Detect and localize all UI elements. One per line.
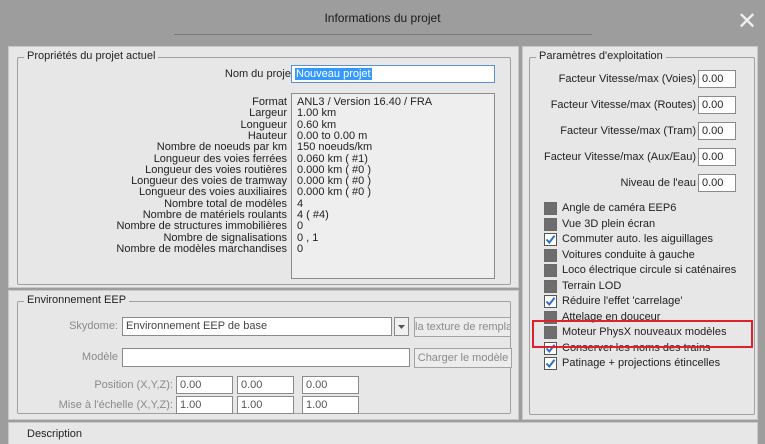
info-label: Nombre de signalisations bbox=[163, 231, 287, 244]
load-model-button[interactable]: Charger le modèle bbox=[414, 348, 512, 368]
info-value: 0 bbox=[297, 220, 304, 233]
skydome-label: Skydome: bbox=[69, 320, 118, 332]
checkbox-checked-icon[interactable] bbox=[544, 233, 557, 246]
info-label: Nombre de structures immobilières bbox=[116, 220, 287, 233]
option-checkboxes: Angle de caméra EEP6 Vue 3D plein écran Co… bbox=[530, 58, 756, 416]
project-name-label: Nom du projet bbox=[224, 68, 294, 80]
option-label: Angle de caméra EEP6 bbox=[562, 202, 677, 214]
info-value: 0.000 km ( #0 ) bbox=[297, 186, 371, 199]
checkbox-unchecked-icon[interactable] bbox=[544, 217, 557, 231]
checkbox-checked-icon[interactable] bbox=[544, 357, 557, 370]
option-label: Voitures conduite à gauche bbox=[562, 248, 695, 261]
project-name-input[interactable]: Nouveau projet bbox=[291, 65, 495, 83]
checkbox-unchecked-icon[interactable] bbox=[544, 264, 557, 277]
position-label: Position (X,Y,Z): bbox=[94, 379, 173, 391]
option-label: Réduire l'effet 'carrelage' bbox=[562, 295, 683, 307]
environment-group: Environnement EEP Skydome: Environnement… bbox=[17, 294, 512, 414]
model-label: Modèle bbox=[81, 351, 118, 363]
info-label: Longueur bbox=[240, 118, 288, 131]
info-label: Largeur bbox=[249, 107, 287, 120]
description-label: Description bbox=[27, 428, 83, 440]
dialog-title: Informations du projet bbox=[324, 11, 441, 25]
option-label: Terrain LOD bbox=[562, 279, 622, 292]
project-info-values: ANL3 / Version 16.40 / FRA 1.00 km 0.60 km… bbox=[291, 97, 495, 283]
option-label: Commuter auto. les aiguillages bbox=[562, 233, 714, 245]
checkbox-unchecked-icon[interactable] bbox=[544, 202, 557, 215]
project-properties-group: Propriétés du projet actuel Nom du proje… bbox=[17, 50, 511, 285]
info-value: 0 bbox=[297, 242, 304, 255]
option-label: Patinage + projections étincelles bbox=[562, 357, 721, 369]
scale-z-input[interactable]: 1.00 bbox=[302, 396, 359, 414]
info-value: 0.60 km bbox=[297, 118, 337, 131]
highlight-box bbox=[532, 320, 753, 348]
option-label: Loco électrique circule si caténaires bbox=[562, 264, 737, 276]
description-panel: Description bbox=[8, 422, 758, 444]
skydome-select[interactable]: Environnement EEP de base bbox=[122, 317, 392, 336]
title-bar: Informations du projet ✕ bbox=[0, 0, 765, 44]
environment-title: Environnement EEP bbox=[24, 294, 130, 306]
position-x-input[interactable]: 0.00 bbox=[176, 376, 233, 394]
project-properties-panel: Propriétés du projet actuel Nom du proje… bbox=[8, 46, 519, 288]
checkbox-checked-icon[interactable] bbox=[544, 295, 557, 308]
model-input[interactable] bbox=[122, 348, 410, 367]
info-label: Nombre de noeuds par km bbox=[156, 141, 287, 154]
operation-panel: Paramètres d'exploitation Facteur Vitess… bbox=[522, 46, 758, 420]
scale-y-input[interactable]: 1.00 bbox=[237, 396, 294, 414]
replace-texture-button[interactable]: la texture de rempla bbox=[414, 317, 511, 337]
project-name-value: Nouveau projet bbox=[295, 68, 372, 80]
close-icon[interactable]: ✕ bbox=[736, 9, 758, 33]
position-y-input[interactable]: 0.00 bbox=[237, 376, 294, 394]
info-value: 1.00 km bbox=[297, 107, 337, 120]
info-label: Longueur des voies ferrées bbox=[153, 152, 287, 165]
title-underline bbox=[174, 34, 592, 35]
project-properties-title: Propriétés du projet actuel bbox=[24, 50, 159, 62]
option-label: Vue 3D plein écran bbox=[562, 217, 656, 230]
scale-x-input[interactable]: 1.00 bbox=[176, 396, 233, 414]
info-value: 150 noeuds/km bbox=[297, 141, 373, 154]
checkbox-unchecked-icon[interactable] bbox=[544, 248, 557, 262]
project-info-dialog: Informations du projet ✕ Propriétés du p… bbox=[0, 0, 765, 444]
scale-label: Mise à l'échelle (X,Y,Z): bbox=[58, 399, 173, 411]
info-value: 0 , 1 bbox=[297, 231, 319, 244]
operation-group: Paramètres d'exploitation Facteur Vitess… bbox=[529, 50, 756, 416]
checkbox-unchecked-icon[interactable] bbox=[544, 279, 557, 293]
position-z-input[interactable]: 0.00 bbox=[302, 376, 359, 394]
project-info-labels: Format Largeur Longueur Hauteur Nombre de no… bbox=[18, 97, 287, 283]
chevron-down-icon[interactable] bbox=[394, 317, 409, 336]
info-label: Longueur des voies auxiliaires bbox=[139, 186, 287, 199]
info-label: Nombre de modèles marchandises bbox=[116, 242, 287, 255]
environment-panel: Environnement EEP Skydome: Environnement… bbox=[8, 290, 519, 420]
info-value: 0.060 km ( #1) bbox=[297, 152, 368, 165]
skydome-value: Environnement EEP de base bbox=[126, 320, 268, 332]
